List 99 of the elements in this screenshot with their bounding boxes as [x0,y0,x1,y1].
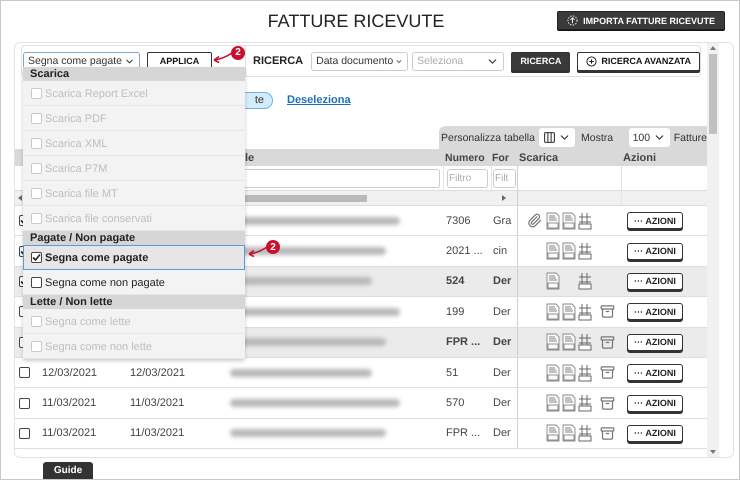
menu-item[interactable]: Segna come non pagate [23,270,245,295]
document-icon[interactable] [562,302,576,321]
filter-field[interactable]: Filt [493,168,516,188]
document-icon[interactable] [546,302,560,321]
document-icon[interactable] [546,364,560,382]
column-header: For [492,152,509,164]
actions-button[interactable]: ··· AZIONI [627,364,683,382]
grid-icon[interactable] [578,302,592,321]
column-header: Scarica [519,152,558,164]
document-icon[interactable] [562,212,576,230]
checkbox[interactable] [31,252,42,263]
unit-label: Fatture [674,132,707,144]
upload-icon [567,15,578,26]
document-icon[interactable] [546,242,560,260]
table-cell: 11/03/2021 [42,427,96,440]
customize-label: Personalizza tabella [441,132,535,144]
table-cell: Der [493,366,511,379]
plus-icon [586,56,598,66]
table-cell: 51 [446,366,458,379]
table-cell: Der [493,306,511,318]
table-cell: 11/03/2021 [130,397,184,410]
archive-icon[interactable] [600,334,615,350]
checkbox[interactable] [19,398,30,409]
table-cell: FPR ... [446,427,480,440]
scroll-up-icon[interactable] [710,46,716,50]
document-icon[interactable] [546,394,560,412]
deselect-link[interactable]: Deseleziona [287,94,351,106]
annotation-arrow [246,245,268,259]
table-cell: 11/03/2021 [42,397,96,410]
table-cell: Der [493,336,512,348]
actions-button[interactable]: ··· AZIONI [627,212,683,230]
show-label: Mostra [580,132,614,144]
scrollbar[interactable] [707,43,719,457]
grid-icon[interactable] [578,364,592,382]
scroll-right-icon[interactable] [502,195,506,201]
actions-button[interactable]: ··· AZIONI [627,303,683,320]
document-icon[interactable] [562,424,576,442]
actions-button[interactable]: ··· AZIONI [627,424,683,442]
table-cell: 199 [446,306,464,318]
import-button[interactable]: IMPORTA FATTURE RICEVUTE [557,11,725,30]
grid-icon[interactable] [578,394,592,412]
actions-button[interactable]: ··· AZIONI [627,242,683,260]
table-cell: FPR ... [446,336,480,348]
document-icon[interactable] [546,424,560,442]
table-cell: Der [493,275,512,288]
column-header: le [245,152,254,164]
guide-tab[interactable]: Guide [43,462,93,479]
document-icon[interactable] [546,212,560,230]
table-cell: 11/03/2021 [130,427,184,440]
checkbox[interactable] [19,428,30,439]
table-cell: Gra [493,214,512,227]
archive-icon[interactable] [600,304,615,320]
actions-button[interactable]: ··· AZIONI [627,394,683,412]
column-header: Numero [445,152,485,164]
table-cell: 12/03/2021 [42,366,98,379]
table-cell: cin [493,245,508,258]
document-icon[interactable] [546,272,560,290]
checkbox[interactable] [31,277,42,288]
archive-icon[interactable] [600,396,615,411]
actions-button[interactable]: ··· AZIONI [627,334,683,351]
grid-icon[interactable] [578,272,592,290]
grid-icon[interactable] [578,212,592,230]
filter-field[interactable]: Filtro [447,168,488,188]
page-title: FATTURE RICEVUTE [268,11,444,32]
search-label: RICERCA [253,55,304,67]
table-cell: Der [493,427,511,440]
table-cell: 12/03/2021 [130,366,186,379]
grid-icon[interactable] [578,242,592,260]
grid-icon[interactable] [578,424,592,442]
archive-icon[interactable] [600,426,615,441]
table-cell: 524 [446,275,464,288]
search-button[interactable]: RICERCA [511,52,570,70]
scroll-down-icon[interactable] [710,450,716,454]
column-header: Azioni [623,152,656,164]
archive-icon[interactable] [600,365,615,380]
table-cell: 2021 ... [446,245,483,258]
columns-icon [542,131,556,144]
paperclip-icon[interactable] [526,213,542,228]
annotation-arrow [211,50,233,64]
search-field-select[interactable]: Data documento [311,52,408,70]
annotation-badge: 2 [231,46,245,60]
grid-icon[interactable] [578,333,592,352]
document-icon[interactable] [546,333,560,352]
columns-select[interactable] [538,128,575,147]
menu-group-header: Scarica [23,67,245,81]
actions-button[interactable]: ··· AZIONI [627,272,683,290]
menu-group-header: Pagate / Non pagate [23,231,245,245]
table-cell: 570 [446,397,464,410]
page-size-select[interactable]: 100 [628,128,670,147]
document-icon[interactable] [562,364,576,382]
document-icon[interactable] [562,242,576,260]
advanced-search-button[interactable]: RICERCA AVANZATA [577,52,700,70]
menu-group-header: Lette / Non lette [23,295,245,309]
document-icon[interactable] [562,333,576,352]
scrollbar-thumb[interactable] [709,54,717,134]
table-cell: Der [493,397,511,410]
document-icon[interactable] [562,394,576,412]
table-cell: 7306 [446,214,470,227]
checkbox[interactable] [19,367,30,378]
